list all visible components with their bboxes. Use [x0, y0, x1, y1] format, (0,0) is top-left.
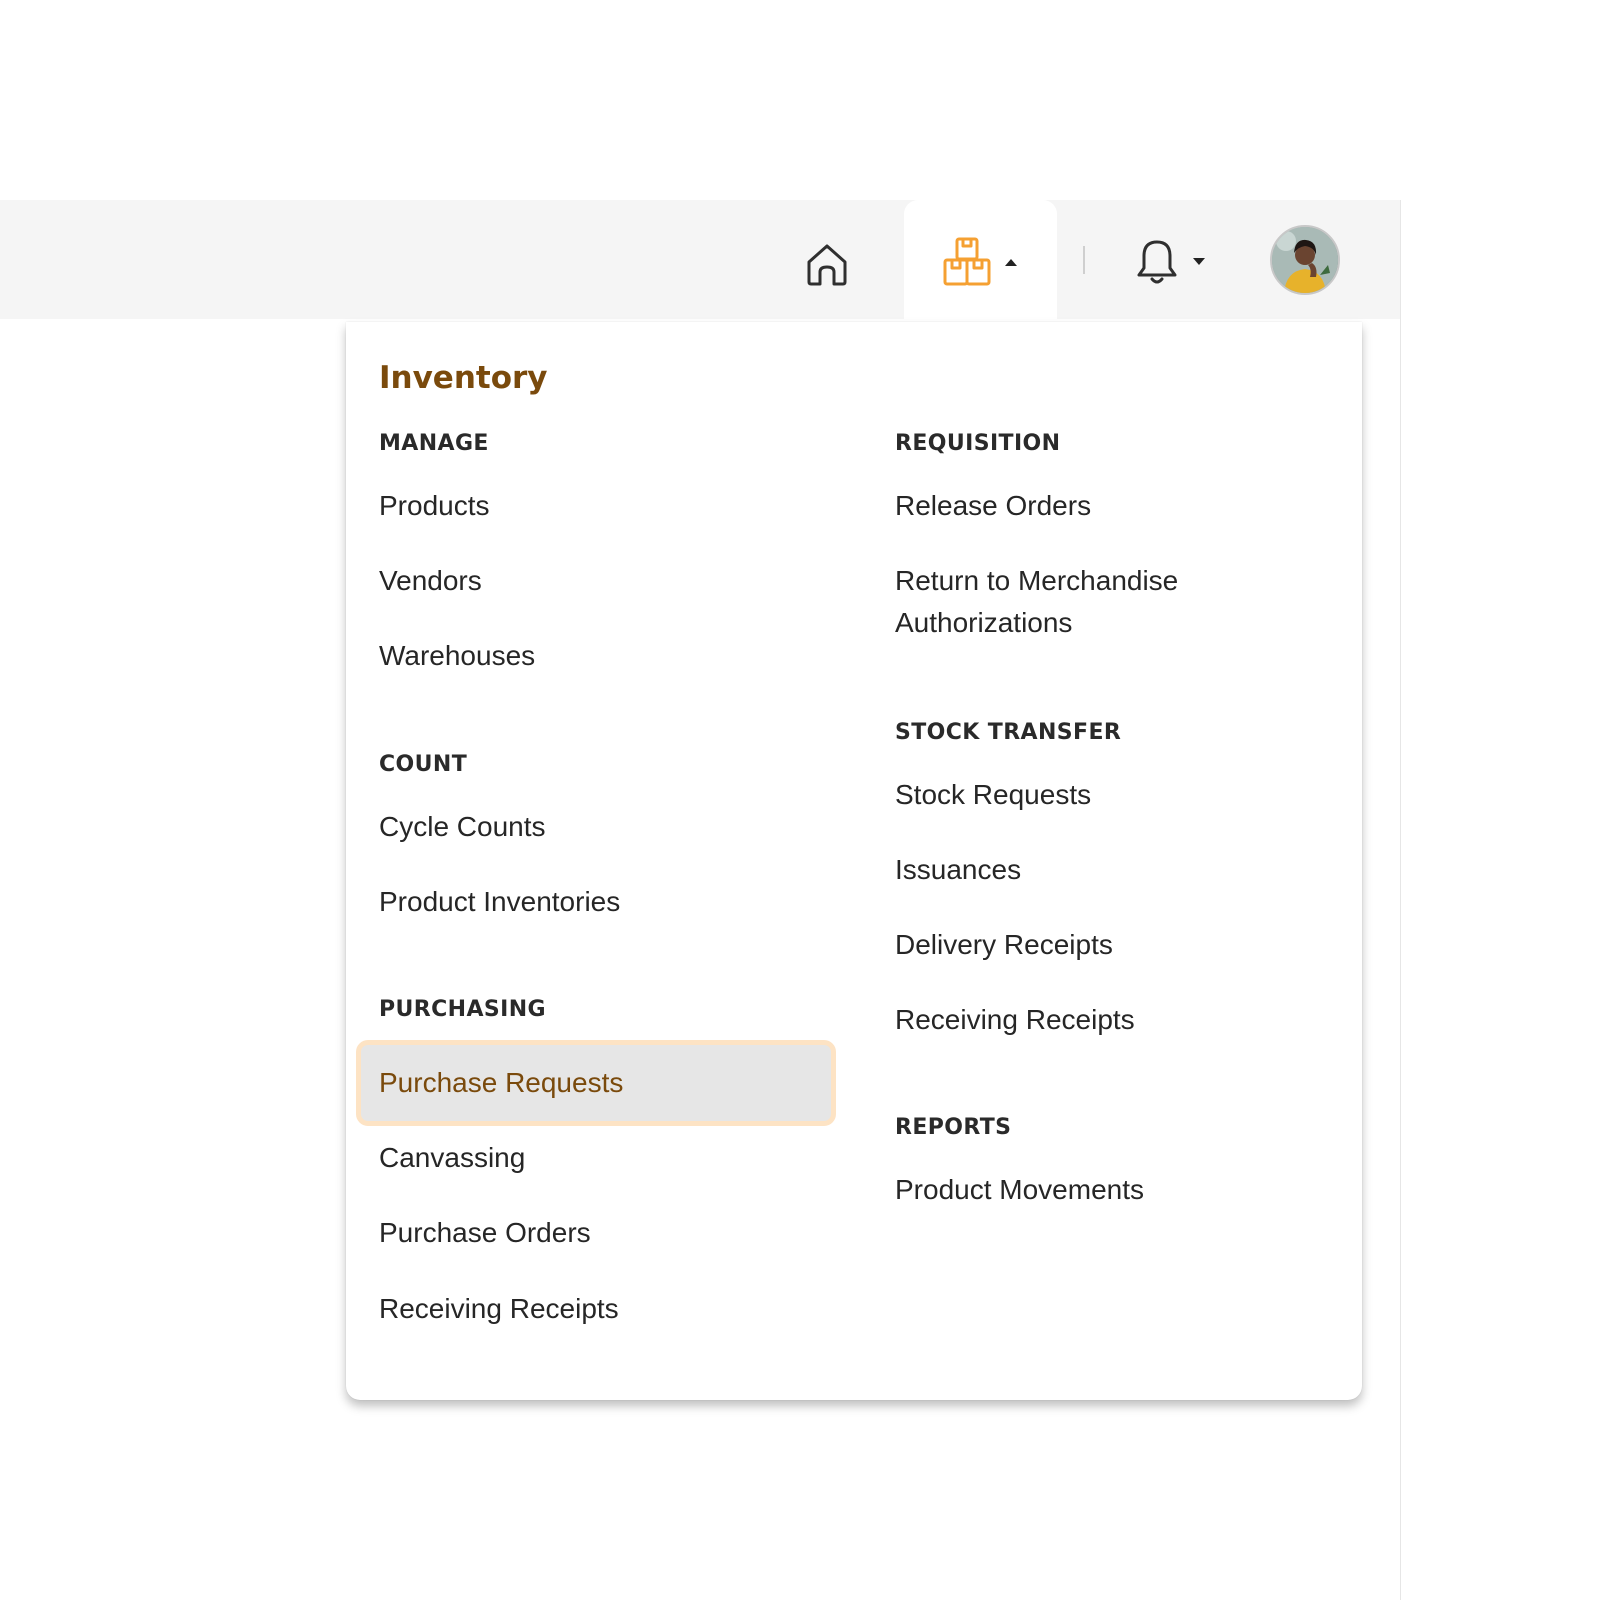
section-heading-requisition: REQUISITION: [895, 431, 1061, 456]
section-heading-reports: REPORTS: [895, 1115, 1012, 1140]
user-avatar[interactable]: [1270, 225, 1340, 295]
content-edge: [1400, 200, 1401, 1600]
menu-item-warehouses[interactable]: Warehouses: [379, 635, 535, 677]
menu-item-delivery-receipts[interactable]: Delivery Receipts: [895, 924, 1113, 966]
menu-item-products[interactable]: Products: [379, 485, 490, 527]
home-button[interactable]: [795, 232, 859, 296]
avatar-photo: [1272, 227, 1338, 293]
menu-title: Inventory: [379, 360, 548, 396]
bell-icon: [1137, 240, 1177, 284]
section-heading-manage: MANAGE: [379, 431, 489, 456]
menu-item-vendors[interactable]: Vendors: [379, 560, 482, 602]
menu-item-return-to-merchandise-authorizations[interactable]: Return to Merchandise Authorizations: [895, 560, 1315, 644]
menu-item-cycle-counts[interactable]: Cycle Counts: [379, 806, 546, 848]
section-heading-stock-transfer: STOCK TRANSFER: [895, 720, 1122, 745]
notifications-button[interactable]: [1120, 228, 1220, 296]
caret-up-icon: [1005, 259, 1017, 266]
menu-item-product-inventories[interactable]: Product Inventories: [379, 881, 620, 923]
inventory-dropdown-menu: Inventory MANAGE Products Vendors Wareho…: [346, 322, 1362, 1400]
boxes-icon: [943, 237, 991, 286]
section-heading-count: COUNT: [379, 752, 468, 777]
menu-item-stock-receiving-receipts[interactable]: Receiving Receipts: [895, 999, 1135, 1041]
menu-item-product-movements[interactable]: Product Movements: [895, 1169, 1144, 1211]
section-heading-purchasing: PURCHASING: [379, 997, 547, 1022]
menu-item-purchasing-receiving-receipts[interactable]: Receiving Receipts: [379, 1288, 619, 1330]
menu-item-canvassing[interactable]: Canvassing: [379, 1137, 525, 1179]
menu-item-purchase-requests[interactable]: Purchase Requests: [379, 1062, 623, 1104]
home-icon: [807, 244, 847, 286]
inventory-menu-button[interactable]: [930, 228, 1030, 296]
nav-divider: [1083, 246, 1085, 274]
caret-down-icon: [1193, 258, 1205, 265]
menu-item-purchase-orders[interactable]: Purchase Orders: [379, 1212, 591, 1254]
menu-item-issuances[interactable]: Issuances: [895, 849, 1021, 891]
menu-item-stock-requests[interactable]: Stock Requests: [895, 774, 1091, 816]
menu-item-release-orders[interactable]: Release Orders: [895, 485, 1091, 527]
